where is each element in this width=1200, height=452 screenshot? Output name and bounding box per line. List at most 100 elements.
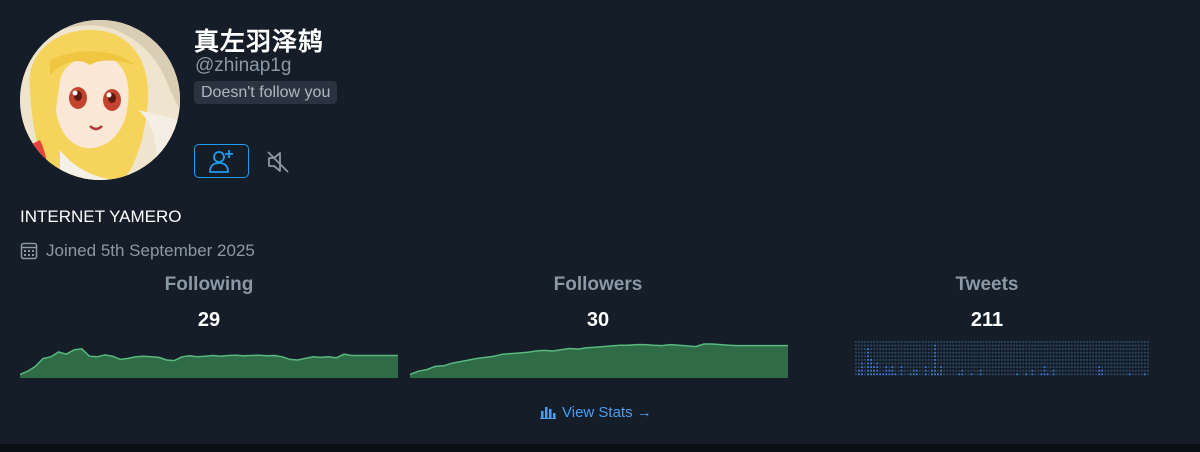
tweet-activity-cell [1107,373,1110,376]
tweet-activity-cell [1016,348,1018,350]
tweet-activity-cell [909,359,912,361]
tweet-activity-cell [921,366,924,368]
tweet-activity-cell-active [1016,373,1018,376]
tweet-activity-cell [997,369,1000,372]
joined-text: Joined 5th September 2025 [46,241,255,260]
tweet-activity-cell [897,355,900,358]
tweet-activity-cell [1089,366,1091,368]
tweet-activity-cell [991,344,994,347]
tweet-activity-cell [964,351,967,354]
tweet-activity-cell [1092,341,1094,343]
tweet-activity-cell [1086,341,1088,343]
tweet-activity-cell [876,355,879,358]
tweet-activity-cell [1046,344,1049,347]
tweet-activity-cell [1110,362,1113,365]
tweet-activity-cell [1122,341,1125,343]
tweet-activity-cell [949,344,952,347]
tweet-activity-cell [867,344,869,347]
tweet-activity-cell [946,344,948,347]
tweet-activity-cell [958,369,961,372]
tweet-activity-cell [876,348,879,350]
tweet-activity-cell [1101,344,1104,347]
tweet-activity-cell [1070,369,1073,372]
tweet-activity-cell [894,366,897,368]
tweet-activity-cell [1016,355,1018,358]
avatar[interactable] [20,20,180,180]
tweet-activity-cell [1034,348,1037,350]
tweet-activity-cell [885,362,888,365]
tweet-activity-cell [979,366,982,368]
tweet-activity-cell-active [1031,373,1034,376]
tweet-activity-cell [1083,341,1085,343]
tweet-activity-cell [1031,351,1034,354]
followers-count[interactable]: 30 [448,309,748,332]
tweet-activity-cell [1140,359,1143,361]
tweet-activity-cell [1089,341,1091,343]
view-stats-link[interactable]: View Stats → [540,402,652,422]
tweet-activity-cell [1125,355,1128,358]
tweet-activity-cell [894,355,897,358]
tweet-activity-cell-active [970,373,973,376]
tweet-activity-cell [1137,366,1140,368]
tweet-activity-cell [921,369,924,372]
tweet-activity-cell [1113,351,1116,354]
tweet-activity-cell [858,359,860,361]
tweet-activity-cell [1083,373,1085,376]
view-stats-label: View Stats → [562,403,652,421]
tweet-activity-cell [1107,366,1110,368]
tweet-activity-cell [955,344,958,347]
tweet-activity-cell [928,362,930,365]
tweet-activity-cell [912,359,915,361]
follow-button[interactable] [194,144,249,178]
tweet-activity-cell [958,362,961,365]
tweet-activity-cell [1140,355,1143,358]
tweet-activity-cell [970,369,973,372]
tweet-activity-cell [940,348,942,350]
tweet-activity-cell [937,355,939,358]
tweet-activity-cell [1046,359,1049,361]
tweet-activity-cell [915,344,918,347]
tweet-activity-cell [855,348,857,350]
tweet-activity-cell [855,344,857,347]
tweet-activity-cell [1119,351,1122,354]
tweet-activity-cell [1122,348,1125,350]
tweet-activity-cell-active [924,366,927,368]
tweet-activity-cell [952,355,955,358]
tweet-activity-cell [1064,369,1067,372]
tweet-activity-cell [1067,369,1070,372]
tweet-activity-cell [1107,348,1110,350]
tweet-activity-cell [973,373,976,376]
tweet-activity-cell [961,359,964,361]
tweet-activity-cell [888,351,891,354]
tweet-activity-cell [946,341,948,343]
tweet-activity-cell [1025,341,1028,343]
mute-button[interactable] [263,147,293,177]
tweet-activity-cell [1140,369,1143,372]
tweet-activity-cell [909,355,912,358]
tweet-activity-cell [918,366,921,368]
tweet-activity-cell-active [891,373,894,376]
tweet-activity-cell [870,348,872,350]
tweet-activity-cell [891,348,894,350]
tweet-activity-cell [918,359,921,361]
following-count[interactable]: 29 [59,309,359,332]
tweet-activity-cell [931,344,933,347]
tweet-activity-cell [955,359,958,361]
tweet-activity-cell [858,362,860,365]
tweet-activity-cell [1034,351,1037,354]
tweet-activity-cell [952,362,955,365]
tweet-activity-cell-active [958,373,961,376]
tweet-activity-cell [964,373,967,376]
tweet-activity-cell [1086,344,1088,347]
tweet-activity-cell [903,359,906,361]
tweet-activity-cell [985,366,988,368]
tweet-activity-cell [1134,359,1137,361]
tweet-activity-cell [903,362,906,365]
tweet-activity-cell [1016,351,1018,354]
followers-trend-chart [410,343,788,378]
tweet-activity-cell [1067,344,1070,347]
tweet-activity-cell [931,359,933,361]
tweets-count[interactable]: 211 [837,309,1137,332]
tweet-activity-cell [955,341,958,343]
tweet-activity-cell [1101,351,1104,354]
